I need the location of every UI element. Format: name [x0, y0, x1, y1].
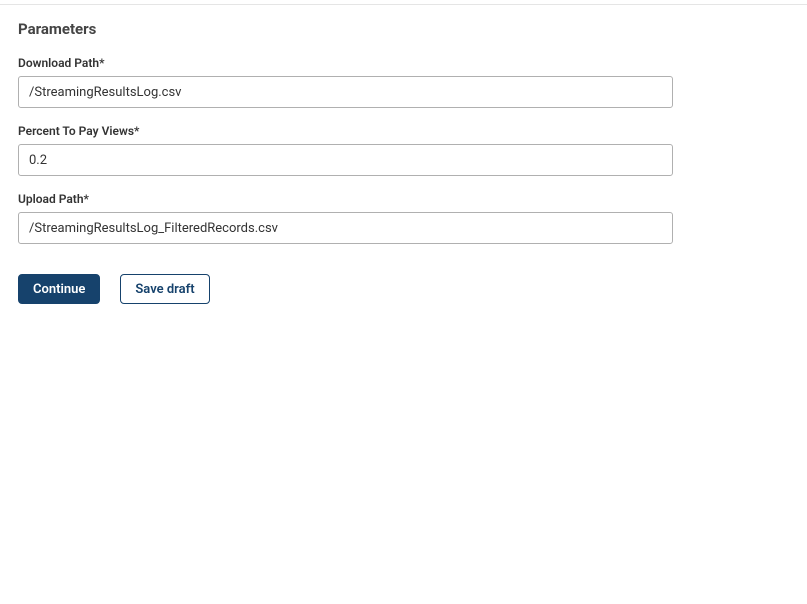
continue-button[interactable]: Continue [18, 274, 100, 304]
download-path-input[interactable] [18, 76, 673, 108]
field-percent-to-pay-views: Percent To Pay Views* [18, 124, 789, 176]
form-container: Parameters Download Path* Percent To Pay… [0, 0, 807, 304]
percent-to-pay-views-label: Percent To Pay Views* [18, 124, 789, 138]
upload-path-input[interactable] [18, 212, 673, 244]
save-draft-button[interactable]: Save draft [120, 274, 209, 304]
download-path-label: Download Path* [18, 56, 789, 70]
section-title: Parameters [18, 20, 789, 38]
field-upload-path: Upload Path* [18, 192, 789, 244]
percent-to-pay-views-input[interactable] [18, 144, 673, 176]
field-download-path: Download Path* [18, 56, 789, 108]
top-divider [0, 4, 807, 5]
upload-path-label: Upload Path* [18, 192, 789, 206]
button-row: Continue Save draft [18, 274, 789, 304]
